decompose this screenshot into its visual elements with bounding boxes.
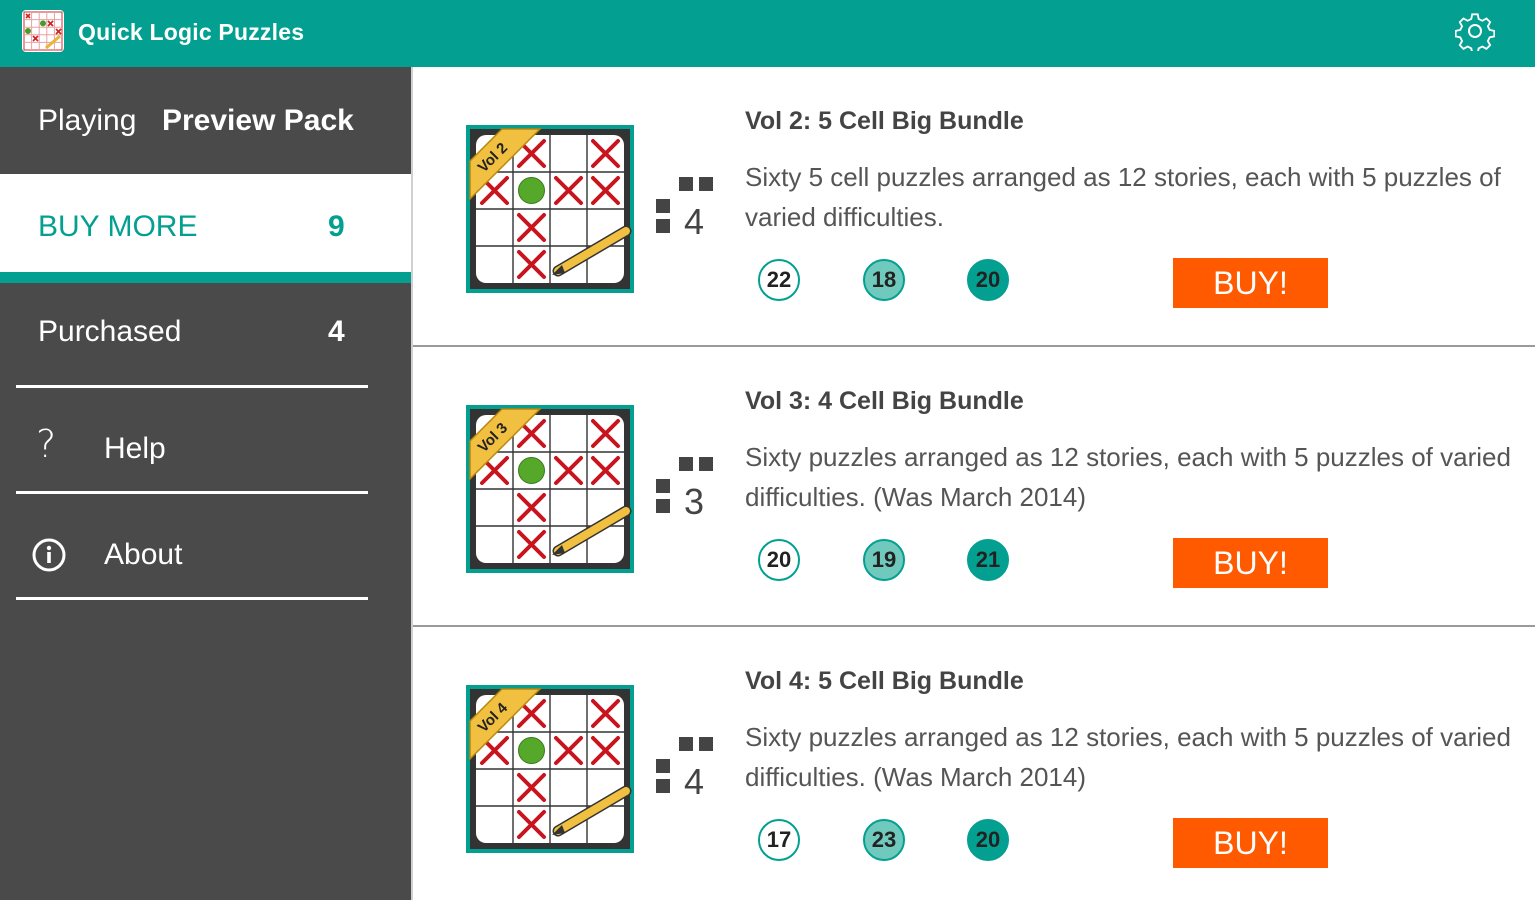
pack-description: Sixty 5 cell puzzles arranged as 12 stor… — [745, 162, 1501, 232]
sidebar-item-about[interactable]: About — [0, 496, 411, 599]
pack-thumbnail: Vol 4 — [466, 685, 634, 853]
buy-more-count: 9 — [328, 210, 345, 243]
about-label: About — [104, 538, 183, 571]
pack-title: Vol 2: 5 Cell Big Bundle — [745, 107, 1024, 135]
difficulty-badge-easy: 22 — [758, 259, 800, 301]
pack-list: Vol 2 4 Vol 2: 5 Cell Big Bundle Sixty 5… — [411, 67, 1535, 900]
sidebar-item-purchased[interactable]: Purchased 4 — [0, 283, 411, 387]
buy-button[interactable]: BUY! — [1173, 818, 1328, 868]
pack-description: Sixty puzzles arranged as 12 stories, ea… — [745, 722, 1511, 792]
sidebar-playing: Playing Preview Pack — [0, 67, 411, 174]
purchased-count: 4 — [328, 315, 345, 348]
sidebar-item-buy-more[interactable]: BUY MORE 9 — [0, 174, 411, 272]
pack-description: Sixty puzzles arranged as 12 stories, ea… — [745, 442, 1511, 512]
selected-indicator — [0, 272, 411, 283]
cell-count-icon: 3 — [653, 457, 723, 523]
divider — [16, 597, 368, 600]
cell-count: 4 — [684, 761, 704, 802]
pack-item: Vol 4 4 Vol 4: 5 Cell Big Bundle Sixty p… — [413, 627, 1535, 900]
help-label: Help — [104, 432, 166, 465]
pack-title: Vol 3: 4 Cell Big Bundle — [745, 387, 1024, 415]
divider — [16, 385, 368, 388]
pack-item: Vol 2 4 Vol 2: 5 Cell Big Bundle Sixty 5… — [413, 67, 1535, 347]
buy-button[interactable]: BUY! — [1173, 538, 1328, 588]
difficulty-badge-hard: 21 — [967, 539, 1009, 581]
cell-count-icon: 4 — [653, 177, 723, 243]
cell-count: 3 — [684, 481, 704, 522]
question-mark-icon: ? — [36, 422, 57, 466]
sidebar: Playing Preview Pack BUY MORE 9 Purchase… — [0, 67, 411, 900]
gear-icon[interactable] — [1454, 11, 1496, 54]
info-icon — [32, 538, 66, 572]
difficulty-badge-hard: 20 — [967, 259, 1009, 301]
buy-button[interactable]: BUY! — [1173, 258, 1328, 308]
app-title: Quick Logic Puzzles — [78, 19, 305, 45]
difficulty-badge-easy: 20 — [758, 539, 800, 581]
pack-thumbnail: Vol 2 — [466, 125, 634, 293]
puzzle-grid-icon — [22, 10, 64, 52]
playing-pack-name: Preview Pack — [162, 104, 354, 137]
divider — [16, 491, 368, 494]
difficulty-badge-hard: 20 — [967, 819, 1009, 861]
cell-count-icon: 4 — [653, 737, 723, 803]
difficulty-badge-medium: 19 — [863, 539, 905, 581]
pack-thumbnail: Vol 3 — [466, 405, 634, 573]
pack-item: Vol 3 3 Vol 3: 4 Cell Big Bundle Sixty p… — [413, 347, 1535, 627]
cell-count: 4 — [684, 201, 704, 242]
difficulty-badge-easy: 17 — [758, 819, 800, 861]
purchased-label: Purchased — [38, 315, 182, 348]
app-bar: Quick Logic Puzzles — [0, 0, 1535, 67]
playing-label: Playing — [38, 104, 137, 137]
sidebar-item-help[interactable]: ? Help — [0, 390, 411, 493]
buy-more-label: BUY MORE — [38, 210, 198, 243]
difficulty-badge-medium: 23 — [863, 819, 905, 861]
difficulty-badge-medium: 18 — [863, 259, 905, 301]
pack-title: Vol 4: 5 Cell Big Bundle — [745, 667, 1024, 695]
